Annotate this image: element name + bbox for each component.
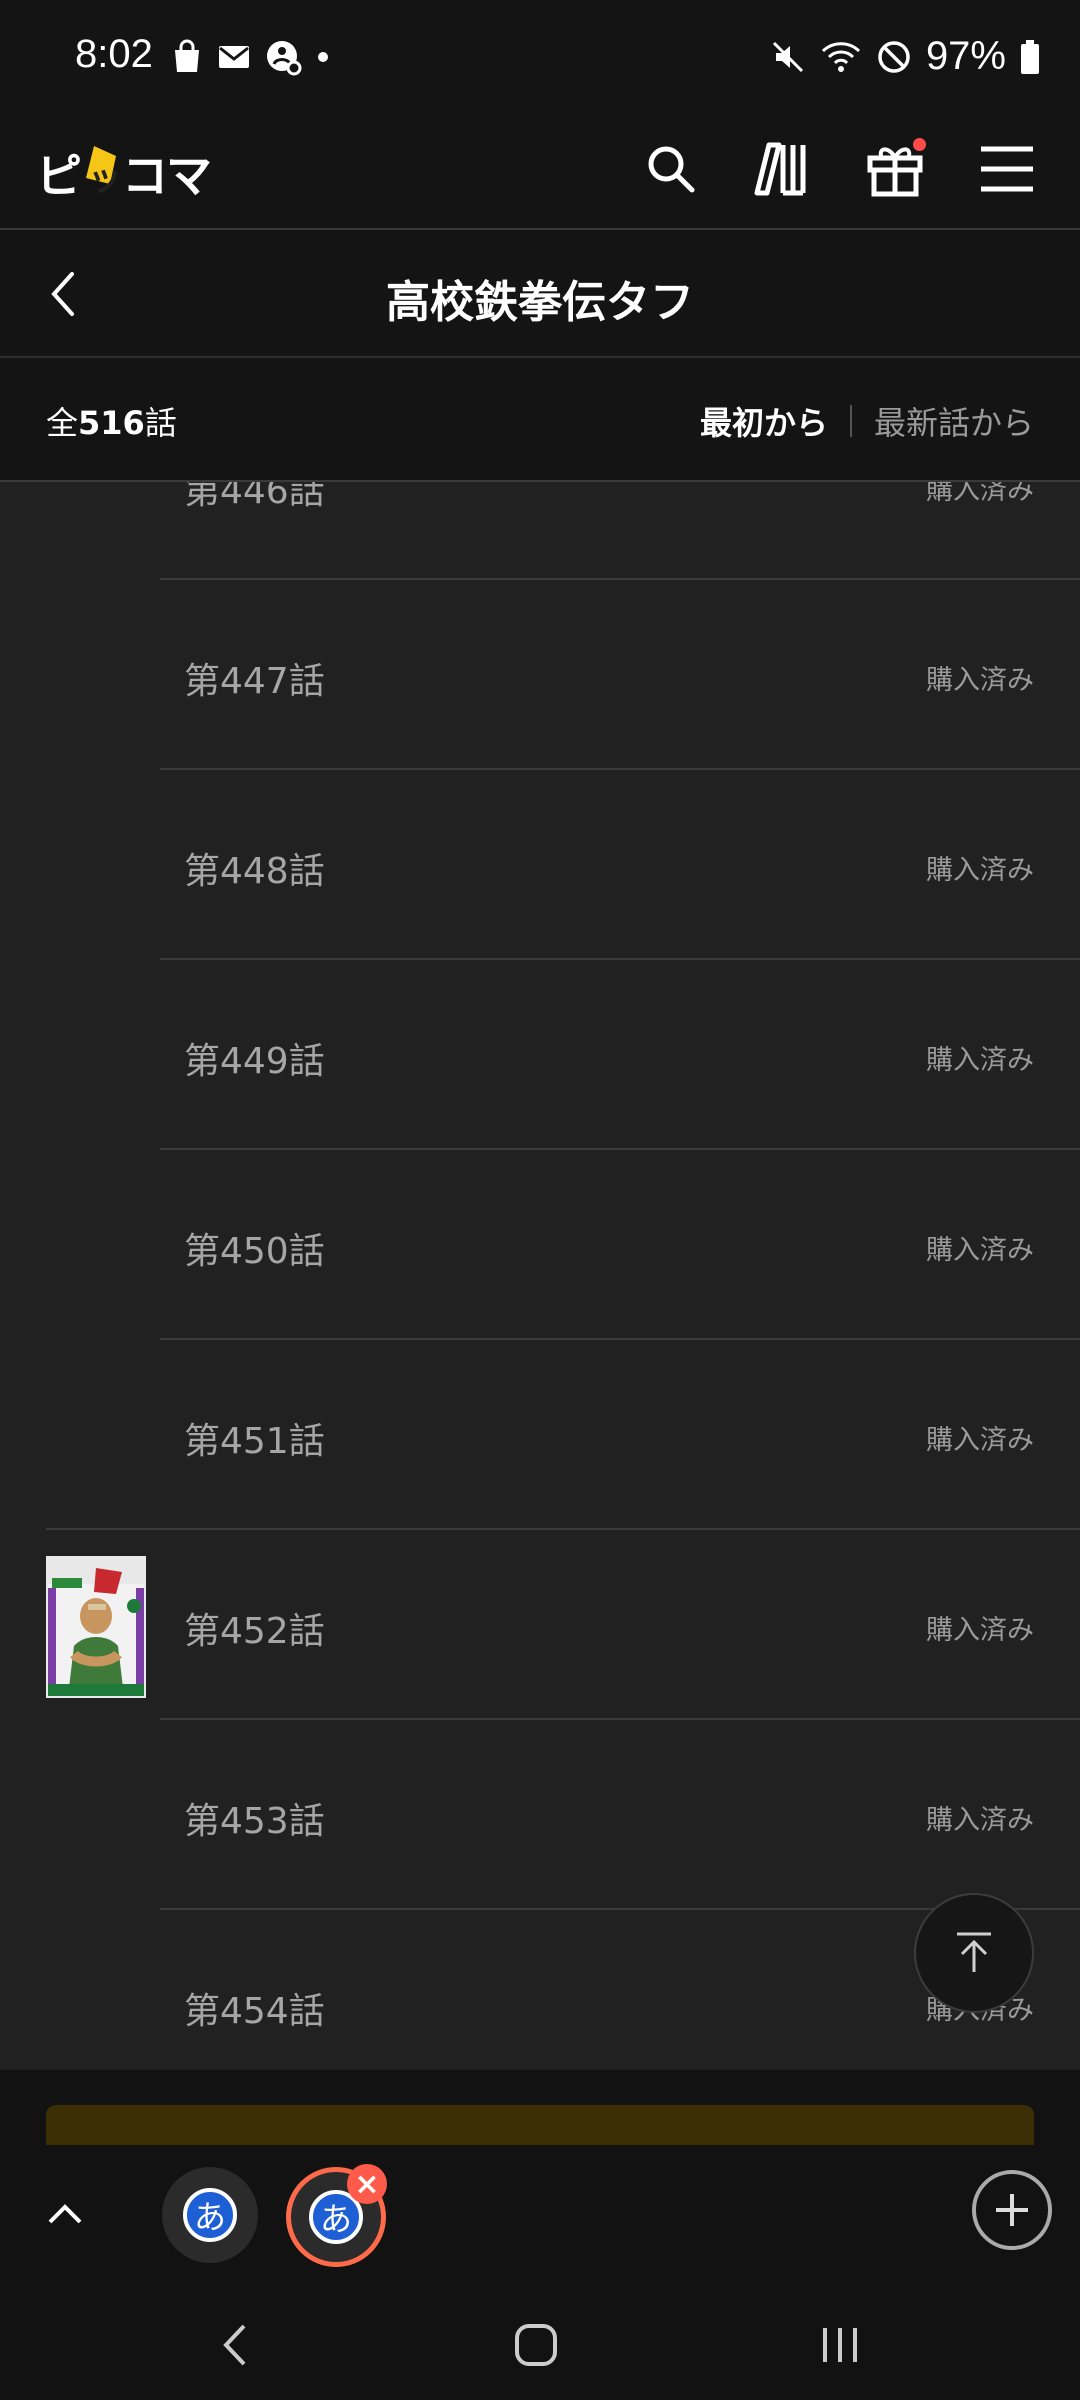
bottom-area: あ あ × [0, 2070, 1080, 2400]
svg-text:マ: マ [166, 149, 212, 203]
episode-title: 第449話 [184, 1041, 325, 1082]
scroll-to-top-button[interactable] [914, 1893, 1034, 2013]
chevron-up-icon [48, 2204, 82, 2224]
app-header: ピ ッ コ マ [0, 118, 1080, 230]
battery-icon [1021, 39, 1039, 74]
battery-percent: 97% [925, 34, 1006, 78]
expand-dock-button[interactable] [40, 2190, 90, 2240]
bookshelf-icon [754, 142, 806, 196]
notification-icons [170, 38, 330, 76]
episode-row[interactable]: 第448話 購入済み [0, 770, 1080, 960]
mute-icon [772, 41, 803, 72]
episode-status: 購入済み [926, 855, 1034, 886]
floating-app-dock: あ あ × [0, 2145, 1080, 2285]
episode-title: 第446話 [184, 482, 325, 512]
episode-row[interactable]: 第452話 購入済み [0, 1530, 1080, 1720]
svg-text:ッ: ッ [88, 159, 122, 199]
notification-badge [913, 138, 926, 151]
episode-row[interactable]: 第449話 購入済み [0, 960, 1080, 1150]
status-bar: 8:02 97% [0, 0, 1080, 118]
keyboard-app-button-active[interactable]: あ × [286, 2164, 387, 2267]
mail-icon [219, 46, 249, 68]
sort-bar: 全516話 最初から 最新話から [0, 358, 1080, 482]
title-bar: 高校鉄拳伝タフ [0, 230, 1080, 358]
add-app-button[interactable] [972, 2170, 1052, 2250]
sort-from-latest[interactable]: 最新話から [874, 398, 1034, 444]
episode-status: 購入済み [926, 1615, 1034, 1646]
svg-text:コ: コ [122, 149, 168, 203]
episode-row[interactable]: 第446話 購入済み [0, 482, 1080, 580]
keyboard-app-icon: あ [183, 2188, 237, 2242]
episode-row[interactable]: 第450話 購入済み [0, 1150, 1080, 1340]
piccoma-logo-graphic: ピ ッ コ マ [36, 146, 212, 203]
episode-status: 購入済み [926, 482, 1034, 506]
nav-home-button[interactable] [496, 2305, 576, 2385]
dot-icon [318, 52, 328, 62]
recents-icon [823, 2328, 857, 2362]
episode-status: 購入済み [926, 1045, 1034, 1076]
episode-status: 購入済み [926, 1425, 1034, 1456]
gift-button[interactable] [862, 136, 928, 202]
back-arrow-icon [223, 2324, 246, 2366]
wifi-icon [821, 41, 860, 72]
close-icon[interactable]: × [347, 2164, 387, 2204]
episode-title: 第451話 [184, 1421, 325, 1462]
cover-art-image [48, 1558, 144, 1696]
menu-button[interactable] [974, 136, 1040, 202]
search-button[interactable] [638, 136, 704, 202]
episode-row[interactable]: 第451話 購入済み [0, 1340, 1080, 1530]
plus-icon [996, 2194, 1028, 2226]
episode-title: 第454話 [184, 1991, 325, 2032]
promo-banner[interactable] [46, 2105, 1034, 2145]
episode-status: 購入済み [926, 665, 1034, 696]
system-icons: 97% [770, 34, 1040, 79]
bookshelf-button[interactable] [750, 136, 816, 202]
volume-cover-thumbnail [46, 1556, 146, 1698]
accessibility-icon [267, 41, 302, 76]
episode-list[interactable]: 第446話 購入済み 第447話 購入済み 第448話 購入済み 第449話 購… [0, 482, 1080, 2070]
episode-row[interactable]: 第453話 購入済み [0, 1720, 1080, 1910]
nav-back-button[interactable] [196, 2305, 276, 2385]
arrow-up-icon [957, 1932, 991, 1972]
shopping-bag-icon [175, 39, 199, 72]
piccoma-logo[interactable]: ピ ッ コ マ [36, 140, 216, 208]
episode-title: 第448話 [184, 851, 325, 892]
svg-text:ピ: ピ [36, 149, 82, 203]
count-prefix: 全 [46, 404, 79, 442]
sort-from-first[interactable]: 最初から [700, 398, 828, 444]
sort-divider [849, 405, 852, 437]
page-title: 高校鉄拳伝タフ [386, 277, 694, 328]
status-time: 8:02 [75, 32, 153, 76]
episode-count: 全516話 [46, 398, 177, 444]
keyboard-app-button[interactable]: あ [162, 2167, 258, 2263]
menu-icon [981, 146, 1033, 192]
dnd-icon [878, 40, 910, 73]
episode-title: 第452話 [184, 1611, 325, 1652]
home-icon [515, 2324, 557, 2366]
system-navigation-bar [0, 2285, 1080, 2400]
episode-row[interactable]: 第447話 購入済み [0, 580, 1080, 770]
search-icon [648, 146, 695, 193]
episode-status: 購入済み [926, 1235, 1034, 1266]
episode-status: 購入済み [926, 1805, 1034, 1836]
episode-title: 第447話 [184, 661, 325, 702]
episode-title: 第453話 [184, 1801, 325, 1842]
episode-title: 第450話 [184, 1231, 325, 1272]
count-suffix: 話 [144, 404, 177, 442]
count-value: 516 [78, 404, 145, 442]
nav-recents-button[interactable] [800, 2305, 880, 2385]
